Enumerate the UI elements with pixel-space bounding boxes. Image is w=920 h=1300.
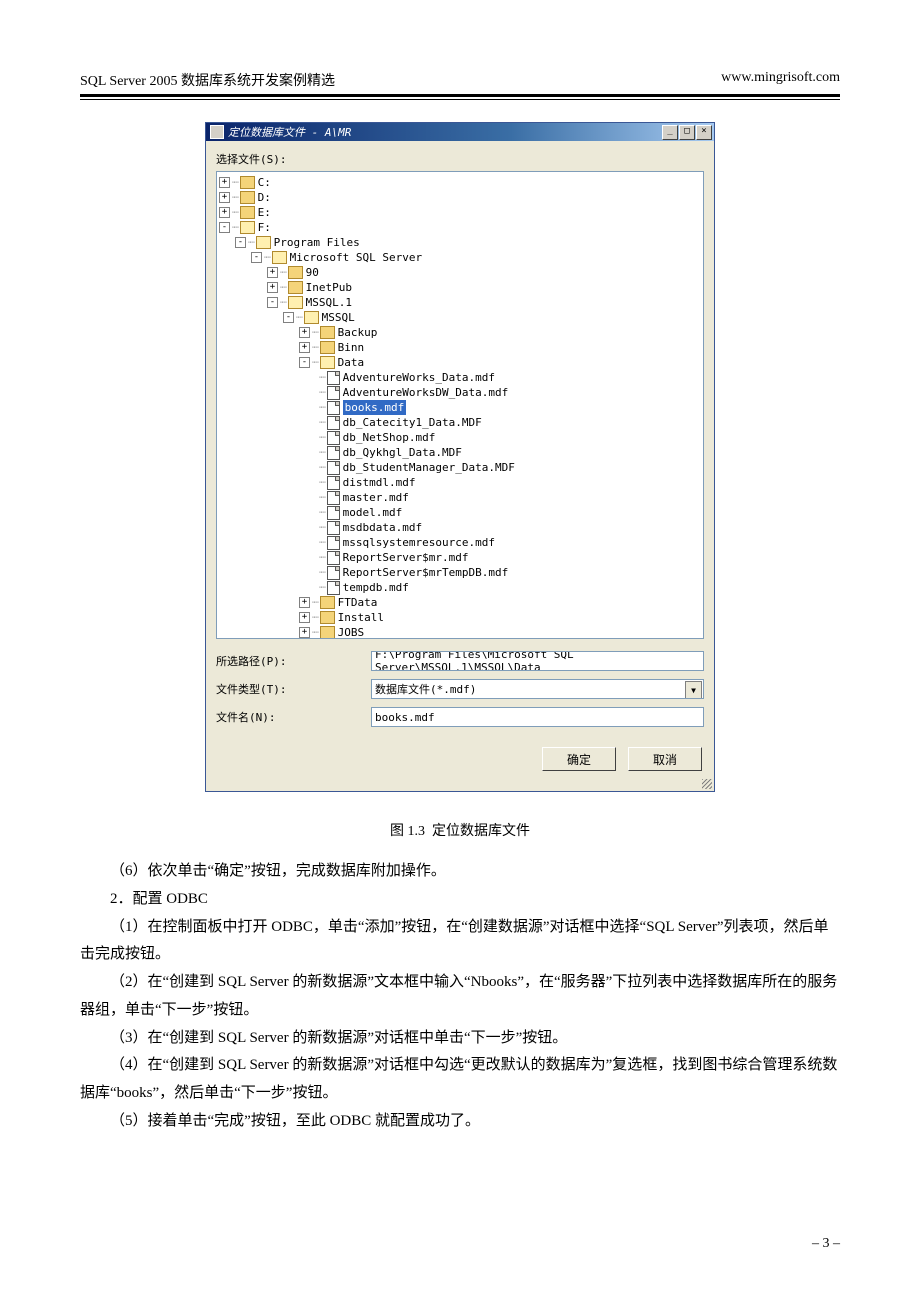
folder-icon [240,176,255,189]
expand-icon[interactable]: + [299,612,310,623]
expand-icon[interactable]: + [267,267,278,278]
close-button[interactable]: × [696,125,712,140]
file-icon [327,401,340,415]
file-icon [327,536,340,550]
collapse-icon[interactable]: - [267,297,278,308]
file-icon [327,491,340,505]
page-number: – 3 – [812,1236,840,1252]
folder-open-icon [256,236,271,249]
filename-label: 文件名(N): [216,709,371,725]
folder-open-icon [272,251,287,264]
folder-icon [320,596,335,609]
expand-icon[interactable]: + [299,327,310,338]
expand-icon[interactable]: + [219,177,230,188]
collapse-icon[interactable]: - [283,312,294,323]
file-icon [327,581,340,595]
collapse-icon[interactable]: - [299,357,310,368]
resize-grip[interactable] [206,779,714,791]
expand-icon[interactable]: + [267,282,278,293]
maximize-button[interactable]: □ [679,125,695,140]
file-icon [327,506,340,520]
selected-file[interactable]: books.mdf [343,400,407,415]
chevron-down-icon[interactable]: ▼ [685,681,702,699]
filetype-label: 文件类型(T): [216,681,371,697]
folder-icon [320,611,335,624]
folder-icon [320,326,335,339]
expand-icon[interactable]: + [219,207,230,218]
ok-button[interactable]: 确定 [542,747,616,771]
file-icon [327,521,340,535]
folder-open-icon [304,311,319,324]
body-text: （6）依次单击“确定”按钮，完成数据库附加操作。 2．配置 ODBC （1）在控… [80,858,840,1136]
file-icon [327,431,340,445]
collapse-icon[interactable]: - [219,222,230,233]
figure-caption: 图 1.3 定位数据库文件 [80,820,840,840]
dialog-title: 定位数据库文件 - A\MR [228,124,351,140]
expand-icon[interactable]: + [219,192,230,203]
select-file-label: 选择文件(S): [216,151,704,167]
folder-icon [288,281,303,294]
locate-db-dialog: 定位数据库文件 - A\MR _ □ × 选择文件(S): +┈C: +┈D: … [205,122,715,792]
collapse-icon[interactable]: - [235,237,246,248]
expand-icon[interactable]: + [299,342,310,353]
minimize-button[interactable]: _ [662,125,678,140]
expand-icon[interactable]: + [299,597,310,608]
file-tree[interactable]: +┈C: +┈D: +┈E: -┈F: -┈Program Files -┈Mi… [216,171,704,639]
titlebar[interactable]: 定位数据库文件 - A\MR _ □ × [206,123,714,141]
expand-icon[interactable]: + [299,627,310,638]
folder-open-icon [240,221,255,234]
folder-icon [320,626,335,639]
folder-icon [288,266,303,279]
path-field[interactable]: F:\Program Files\Microsoft SQL Server\MS… [371,651,704,671]
path-label: 所选路径(P): [216,653,371,669]
file-icon [327,386,340,400]
file-icon [327,476,340,490]
collapse-icon[interactable]: - [251,252,262,263]
book-title: SQL Server 2005 数据库系统开发案例精选 [80,70,335,90]
folder-icon [240,191,255,204]
filename-field[interactable]: books.mdf [371,707,704,727]
cancel-button[interactable]: 取消 [628,747,702,771]
file-icon [327,371,340,385]
file-icon [327,416,340,430]
file-icon [327,566,340,580]
folder-icon [240,206,255,219]
site-url: www.mingrisoft.com [721,70,840,90]
file-icon [327,551,340,565]
file-icon [327,461,340,475]
filetype-combo[interactable]: 数据库文件(*.mdf)▼ [371,679,704,699]
folder-open-icon [320,356,335,369]
app-icon [210,125,224,139]
folder-open-icon [288,296,303,309]
folder-icon [320,341,335,354]
file-icon [327,446,340,460]
